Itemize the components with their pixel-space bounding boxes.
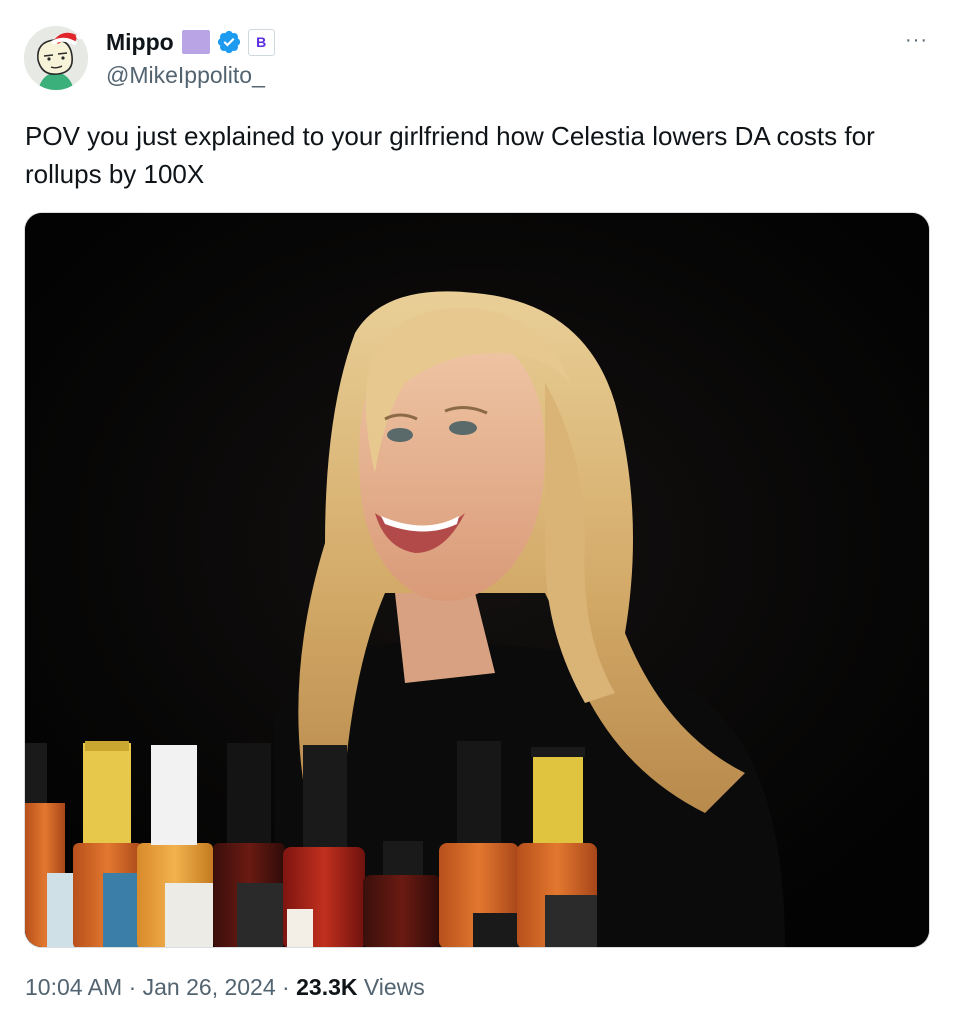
tweet-text: POV you just explained to your girlfrien… — [25, 121, 875, 189]
photo-woman-hot-sauce-icon — [25, 213, 929, 947]
views-count: 23.3K — [296, 974, 358, 1000]
author-display-name[interactable]: Mippo — [106, 29, 174, 56]
author-handle[interactable]: @MikeIppolito_ — [106, 62, 265, 89]
cartoon-face-avatar-icon — [24, 26, 88, 90]
more-options-icon[interactable]: ··· — [905, 30, 928, 50]
tweet-time-link[interactable]: 10:04 AM · Jan 26, 2024 — [25, 974, 276, 1000]
tweet-media-photo[interactable] — [24, 212, 930, 948]
author-name-row: Mippo B — [106, 28, 275, 56]
tweet-date: Jan 26, 2024 — [142, 974, 276, 1000]
purple-square-emoji-icon — [181, 30, 210, 54]
views-label: Views — [363, 974, 425, 1000]
meta-separator: · — [282, 974, 290, 1000]
tweet-time: 10:04 AM — [25, 974, 123, 1000]
verified-icon[interactable] — [216, 29, 242, 55]
tweet-meta: 10:04 AM · Jan 26, 2024 · 23.3K Views — [25, 974, 425, 1001]
author-avatar[interactable] — [24, 26, 88, 90]
meta-separator: · — [128, 974, 137, 1000]
affiliate-badge-icon[interactable]: B — [247, 28, 275, 56]
